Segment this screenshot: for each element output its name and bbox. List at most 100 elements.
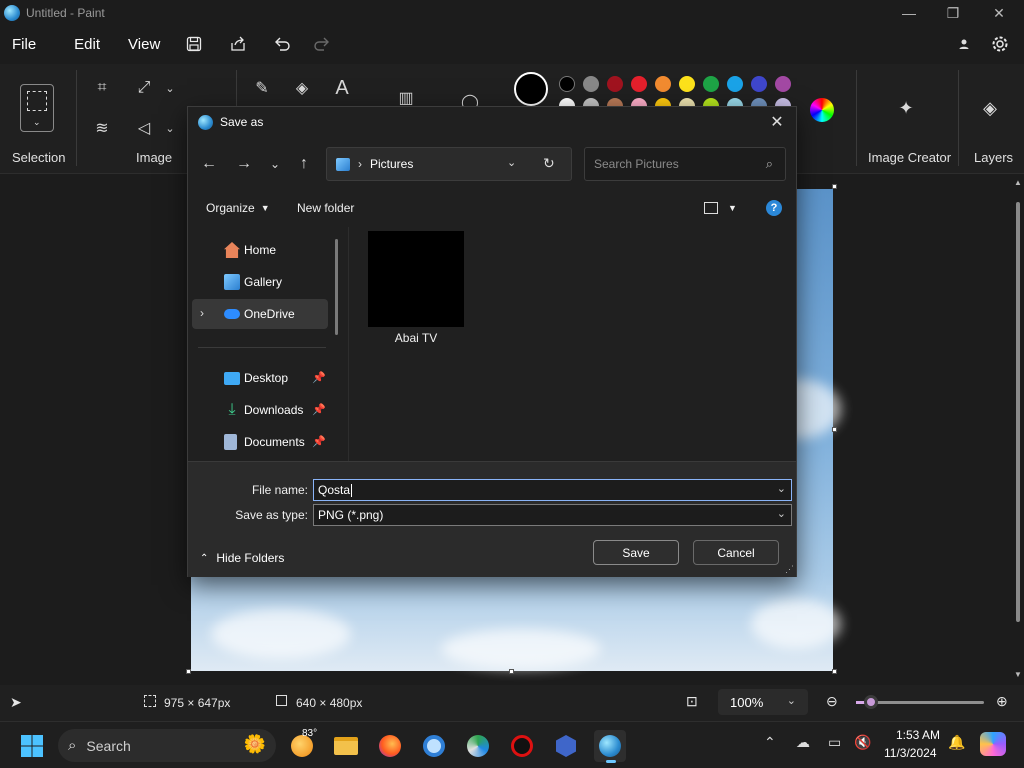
chevron-down-icon[interactable]: ⌄: [156, 74, 184, 102]
scroll-down-icon[interactable]: ▼: [1014, 670, 1022, 679]
volume-muted-icon[interactable]: 🔇: [854, 734, 871, 751]
weather-widget[interactable]: 83°: [286, 728, 318, 762]
nav-item-downloads[interactable]: ⤓ Downloads 📌: [192, 395, 328, 425]
selection-tool-button[interactable]: ⌄: [20, 84, 54, 132]
crop-icon[interactable]: ⌗: [88, 74, 116, 102]
clock-date[interactable]: 11/3/2024: [884, 746, 937, 760]
color-swatch[interactable]: [679, 76, 695, 92]
nav-item-home[interactable]: Home: [192, 235, 328, 265]
nav-item-documents[interactable]: Documents 📌: [192, 427, 328, 457]
file-name-input[interactable]: Qosta ⌄: [313, 479, 792, 501]
rotate-icon[interactable]: ◁: [130, 114, 158, 142]
resize-handle[interactable]: [832, 427, 837, 432]
zoom-select[interactable]: 100% ⌄: [718, 689, 808, 715]
refresh-icon[interactable]: ↻: [543, 155, 555, 172]
chevron-down-icon[interactable]: ⌄: [777, 482, 786, 495]
nav-pane-scrollbar[interactable]: [335, 239, 338, 335]
nav-item-onedrive[interactable]: › OneDrive: [192, 299, 328, 329]
undo-icon[interactable]: [268, 30, 296, 58]
back-arrow-icon[interactable]: ←: [196, 151, 222, 177]
color-swatch[interactable]: [583, 76, 599, 92]
chevron-down-icon[interactable]: ⌄: [156, 114, 184, 142]
up-arrow-icon[interactable]: ↑: [291, 151, 317, 177]
menu-view[interactable]: View: [116, 28, 172, 60]
start-button[interactable]: [16, 730, 48, 762]
help-icon[interactable]: ?: [766, 200, 782, 216]
account-icon[interactable]: [950, 30, 978, 58]
copilot-icon[interactable]: [980, 732, 1006, 756]
save-icon[interactable]: [180, 30, 208, 58]
pin-icon[interactable]: 📌: [312, 371, 326, 384]
layers-label[interactable]: Layers: [974, 150, 1013, 165]
maximize-button[interactable]: ❐: [930, 0, 976, 26]
color-swatch[interactable]: [655, 76, 671, 92]
close-window-button[interactable]: ✕: [976, 0, 1022, 26]
chevron-up-icon[interactable]: ⌃: [764, 734, 776, 751]
redo-icon[interactable]: [308, 30, 336, 58]
organize-button[interactable]: Organize ▼: [206, 195, 270, 221]
settings-gear-icon[interactable]: [986, 30, 1014, 58]
scrollbar-thumb[interactable]: [1016, 202, 1020, 622]
menu-file[interactable]: File: [0, 28, 48, 60]
vertical-scrollbar[interactable]: ▲ ▼: [1014, 176, 1022, 684]
forward-arrow-icon[interactable]: →: [231, 151, 257, 177]
nav-item-gallery[interactable]: Gallery: [192, 267, 328, 297]
hide-folders-toggle[interactable]: ⌃ Hide Folders: [200, 551, 284, 565]
resize-grip-icon[interactable]: ⋰: [785, 564, 794, 575]
pencil-icon[interactable]: ✎: [248, 74, 276, 102]
resize-handle[interactable]: [509, 669, 514, 674]
layers-icon[interactable]: ◈: [976, 94, 1004, 122]
search-pictures-input[interactable]: Search Pictures ⌕: [584, 147, 786, 181]
file-item[interactable]: Abai TV: [367, 231, 465, 351]
resize-handle[interactable]: [832, 669, 837, 674]
resize-handle[interactable]: [832, 184, 837, 189]
color-swatch[interactable]: [607, 76, 623, 92]
fill-bucket-icon[interactable]: ◈: [288, 74, 316, 102]
minimize-button[interactable]: —: [886, 0, 932, 26]
share-icon[interactable]: [224, 30, 252, 58]
app-hexagon-icon[interactable]: [550, 730, 582, 762]
chromium-browser-icon[interactable]: [418, 730, 450, 762]
cloud-offline-icon[interactable]: ☁: [796, 734, 810, 751]
fit-to-window-icon[interactable]: ⊡: [686, 693, 698, 710]
color-swatch[interactable]: [631, 76, 647, 92]
color-swatch[interactable]: [703, 76, 719, 92]
address-location[interactable]: Pictures: [370, 157, 413, 171]
clock-time[interactable]: 1:53 AM: [896, 728, 940, 742]
new-folder-button[interactable]: New folder: [297, 195, 354, 221]
color-swatch[interactable]: [727, 76, 743, 92]
zoom-in-icon[interactable]: ⊕: [996, 693, 1008, 710]
file-explorer-icon[interactable]: [330, 730, 362, 762]
expand-chevron-icon[interactable]: ›: [200, 306, 204, 320]
nav-item-desktop[interactable]: Desktop 📌: [192, 363, 328, 393]
app-red-icon[interactable]: [506, 730, 538, 762]
scroll-up-icon[interactable]: ▲: [1014, 178, 1022, 187]
firefox-icon[interactable]: [374, 730, 406, 762]
current-color-indicator[interactable]: [514, 72, 548, 106]
resize-handle[interactable]: [186, 669, 191, 674]
image-creator-label[interactable]: Image Creator: [868, 150, 951, 165]
resize-icon[interactable]: ⤢: [130, 74, 158, 102]
recent-locations-chevron-icon[interactable]: ⌄: [262, 151, 288, 177]
save-button[interactable]: Save: [593, 540, 679, 565]
cancel-button[interactable]: Cancel: [693, 540, 779, 565]
color-swatch[interactable]: [559, 76, 575, 92]
browser-app-icon[interactable]: [462, 730, 494, 762]
color-swatch[interactable]: [751, 76, 767, 92]
save-as-type-select[interactable]: PNG (*.png) ⌄: [313, 504, 792, 526]
image-creator-icon[interactable]: ✦: [892, 94, 920, 122]
address-dropdown-chevron-icon[interactable]: ⌄: [507, 156, 516, 169]
zoom-out-icon[interactable]: ⊖: [826, 693, 838, 710]
menu-edit[interactable]: Edit: [62, 28, 112, 60]
display-icon[interactable]: ▭: [828, 734, 841, 751]
view-options-button[interactable]: ▼: [704, 195, 737, 221]
zoom-slider[interactable]: [856, 695, 984, 709]
taskbar-search-box[interactable]: ⌕ Search 🌼: [58, 729, 276, 762]
dialog-close-button[interactable]: ✕: [764, 109, 790, 135]
paint-taskbar-icon[interactable]: [594, 730, 626, 763]
color-swatch[interactable]: [775, 76, 791, 92]
pin-icon[interactable]: 📌: [312, 435, 326, 448]
pin-icon[interactable]: 📌: [312, 403, 326, 416]
remove-background-icon[interactable]: ≋: [88, 114, 116, 142]
edit-colors-icon[interactable]: [810, 98, 834, 122]
